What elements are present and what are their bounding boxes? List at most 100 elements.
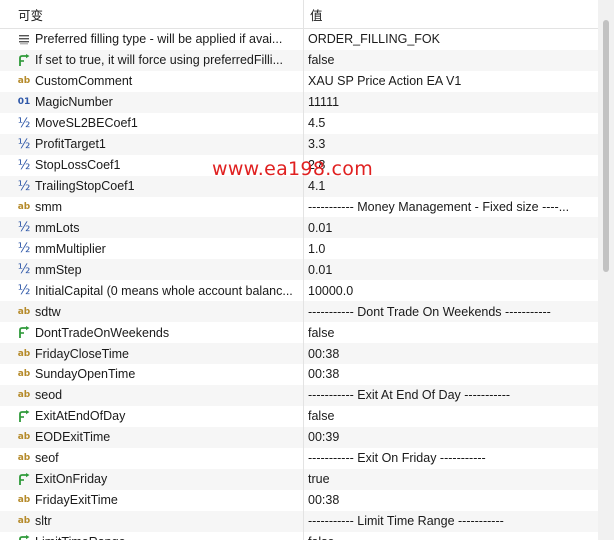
parameter-name: FridayExitTime [35,493,118,508]
parameter-name-cell[interactable]: ExitOnFriday [0,468,304,490]
parameter-row[interactable]: ab seod ----------- Exit At End Of Day ---… [0,384,598,406]
parameter-value-cell[interactable]: ----------- Money Management - Fixed siz… [304,197,598,218]
parameter-value: false [308,53,335,68]
fraction-half-icon: ½ [17,262,31,278]
parameter-name-cell[interactable]: ab sltr [0,510,304,532]
parameter-name: ProfitTarget1 [35,137,106,152]
parameter-value-cell[interactable]: 1.0 [304,238,598,259]
parameter-row[interactable]: ½ mmStep 0.01 [0,259,598,281]
parameter-row[interactable]: ½ InitialCapital (0 means whole account b… [0,280,598,302]
parameter-name-cell[interactable]: ½ InitialCapital (0 means whole account b… [0,280,304,302]
parameter-value-cell[interactable]: 0.01 [304,259,598,280]
parameter-value-cell[interactable]: 00:39 [304,427,598,448]
parameter-name-cell[interactable]: ab FridayExitTime [0,489,304,511]
parameter-name-cell[interactable]: ab seod [0,384,304,406]
parameter-name-cell[interactable]: ½ mmMultiplier [0,238,304,260]
parameter-name-cell[interactable]: ExitAtEndOfDay [0,405,304,427]
parameter-row[interactable]: DontTradeOnWeekends false [0,322,598,344]
parameter-row[interactable]: ab FridayCloseTime 00:38 [0,343,598,364]
parameter-name-cell[interactable]: ab CustomComment [0,70,304,92]
parameter-name-cell[interactable]: ab smm [0,196,304,218]
parameter-row[interactable]: ½ mmLots 0.01 [0,217,598,239]
parameter-value-cell[interactable]: ----------- Exit At End Of Day ---------… [304,385,598,406]
parameter-row[interactable]: ab smm ----------- Money Management - Fixe… [0,196,598,218]
parameter-value: false [308,325,335,340]
parameter-value-cell[interactable]: 00:38 [304,343,598,364]
parameter-name-cell[interactable]: ab sdtw [0,301,304,323]
parameter-value-cell[interactable]: XAU SP Price Action EA V1 [304,71,598,92]
parameter-name-cell[interactable]: ½ ProfitTarget1 [0,133,304,155]
parameter-name: mmMultiplier [35,241,106,256]
parameter-value-cell[interactable]: 10000.0 [304,280,598,301]
parameter-row[interactable]: ½ ProfitTarget1 3.3 [0,133,598,155]
string-ab-icon: ab [17,495,31,506]
parameter-value-cell[interactable]: false [304,322,598,343]
parameter-value-cell[interactable]: 11111 [304,92,598,113]
parameter-value: 00:38 [308,346,340,361]
parameter-row[interactable]: ½ MoveSL2BECoef1 4.5 [0,112,598,134]
parameter-name-cell[interactable]: ½ MoveSL2BECoef1 [0,112,304,134]
parameter-name-cell[interactable]: ½ mmStep [0,259,304,281]
parameter-name-cell[interactable]: ½ mmLots [0,217,304,239]
parameter-row[interactable]: If set to true, it will force using pref… [0,49,598,71]
parameter-row[interactable]: Preferred filling type - will be applied… [0,29,598,50]
parameter-name-cell[interactable]: Preferred filling type - will be applied… [0,29,304,50]
fraction-half-icon: ½ [17,220,31,236]
parameter-value-cell[interactable]: ----------- Dont Trade On Weekends -----… [304,301,598,322]
vertical-scrollbar[interactable] [598,0,614,540]
parameter-name-cell[interactable]: DontTradeOnWeekends [0,322,304,344]
parameter-value: 11111 [308,95,340,110]
parameter-name: seod [35,388,63,403]
parameter-row[interactable]: ExitAtEndOfDay false [0,405,598,427]
parameter-value-cell[interactable]: false [304,532,598,540]
watermark-text: www.ea198.com [212,158,374,180]
parameter-name-cell[interactable]: 01 MagicNumber [0,91,304,113]
parameter-row[interactable]: LimitTimeRange false [0,531,598,540]
parameter-value-cell[interactable]: 3.3 [304,134,598,155]
parameters-grid: 可变 值 Preferred filling type - will be ap… [0,0,598,540]
parameter-row[interactable]: ab EODExitTime 00:39 [0,426,598,448]
parameter-row[interactable]: ExitOnFriday true [0,468,598,490]
boolean-arrow-icon [17,472,31,486]
parameter-value: false [308,409,335,424]
parameter-row[interactable]: ab sdtw ----------- Dont Trade On Weekends… [0,301,598,323]
parameter-name-cell[interactable]: ab seof [0,447,304,469]
parameter-row[interactable]: ab FridayExitTime 00:38 [0,489,598,511]
parameter-value: 10000.0 [308,283,354,298]
parameter-value-cell[interactable]: ----------- Limit Time Range ----------- [304,511,598,532]
parameter-row[interactable]: ½ mmMultiplier 1.0 [0,238,598,260]
parameter-value-cell[interactable]: 0.01 [304,217,598,238]
parameter-rows: Preferred filling type - will be applied… [0,29,598,540]
scrollbar-thumb[interactable] [603,20,609,272]
parameter-value-cell[interactable]: 4.5 [304,113,598,134]
parameter-value-cell[interactable]: 00:38 [304,490,598,511]
parameter-value-cell[interactable]: ----------- Exit On Friday ----------- [304,448,598,469]
parameter-name: InitialCapital (0 means whole account ba… [35,283,293,298]
parameter-value-cell[interactable]: true [304,469,598,490]
parameter-name-cell[interactable]: LimitTimeRange [0,531,304,540]
parameter-value-cell[interactable]: ORDER_FILLING_FOK [304,29,598,50]
boolean-arrow-icon [17,535,31,540]
parameter-value-cell[interactable]: false [304,50,598,71]
parameter-name-cell[interactable]: ab FridayCloseTime [0,343,304,364]
grid-header: 可变 值 [0,0,598,29]
parameter-row[interactable]: ab seof ----------- Exit On Friday -------… [0,447,598,469]
parameter-value-cell[interactable]: false [304,406,598,427]
parameter-row[interactable]: ab CustomComment XAU SP Price Action EA V1 [0,70,598,92]
integer-01-icon: 01 [17,97,31,108]
parameter-row[interactable]: ab sltr ----------- Limit Time Range -----… [0,510,598,532]
parameter-value-cell[interactable]: 00:38 [304,364,598,385]
string-ab-icon: ab [17,306,31,317]
column-header-value[interactable]: 值 [304,0,598,28]
parameter-name-cell[interactable]: ab EODExitTime [0,426,304,448]
parameter-name-cell[interactable]: ab SundayOpenTime [0,364,304,385]
parameter-row[interactable]: ab SundayOpenTime 00:38 [0,364,598,385]
parameter-value: true [308,472,330,487]
parameter-value: 1.0 [308,241,326,256]
boolean-arrow-icon [17,53,31,67]
parameter-name: DontTradeOnWeekends [35,325,170,340]
parameter-row[interactable]: 01 MagicNumber 11111 [0,91,598,113]
parameter-name: CustomComment [35,74,133,89]
parameter-name-cell[interactable]: If set to true, it will force using pref… [0,49,304,71]
column-header-name[interactable]: 可变 [0,0,304,28]
